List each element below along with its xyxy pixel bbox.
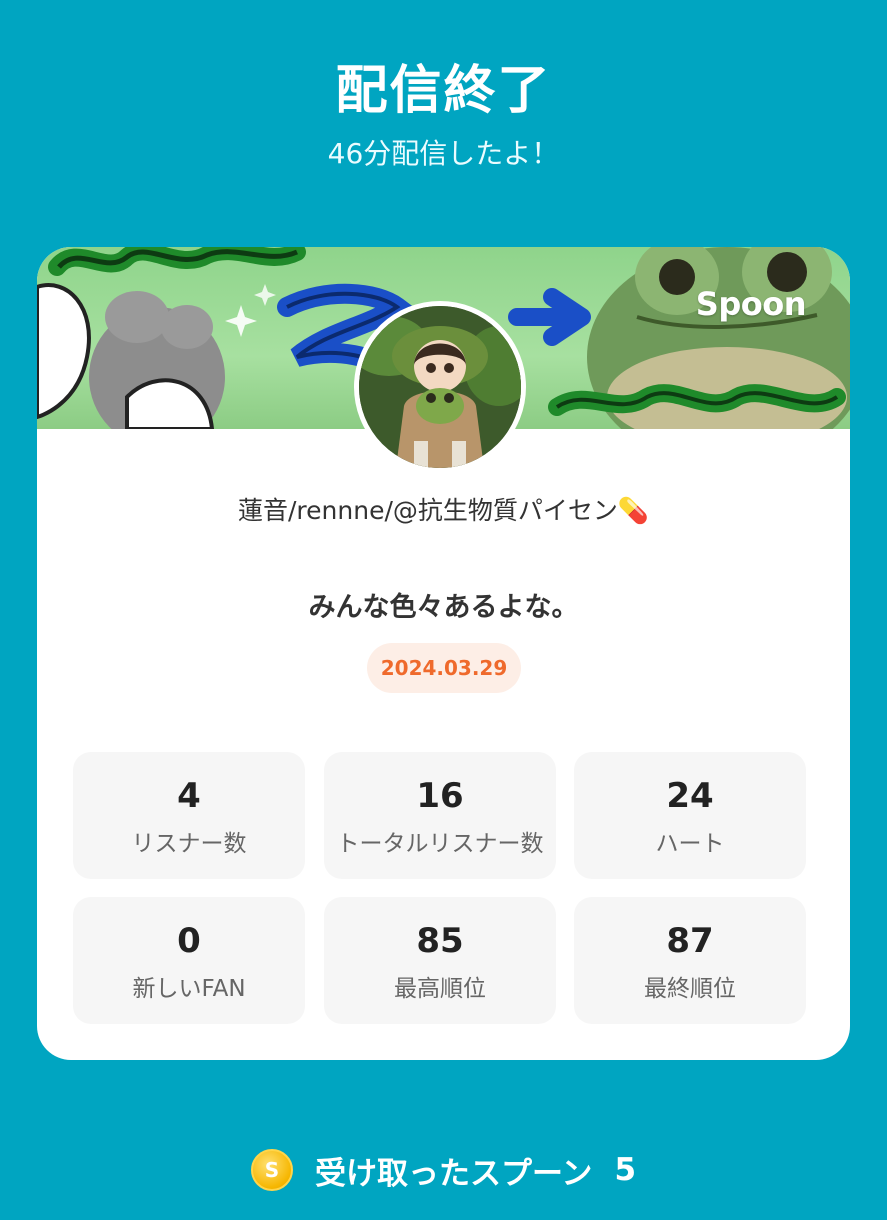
stat-value: 85 (416, 921, 464, 961)
stat-label: 新しいFAN (132, 976, 246, 1002)
page-title: 配信終了 (335, 61, 552, 121)
summary-card: Spoon 蓮音/rennne/@抗生物質パイセン💊 みんな色々あるよな。 20… (37, 247, 850, 1060)
username: 蓮音/rennne/@抗生物質パイセン💊 (238, 496, 649, 525)
stat-label: 最終順位 (644, 976, 736, 1002)
spoons-count: 5 (614, 1152, 637, 1188)
broadcast-duration: 46分配信したよ！ (327, 137, 560, 170)
spoon-coin-icon: S (250, 1149, 293, 1191)
stat-value: 87 (666, 921, 714, 961)
stream-title: みんな色々あるよな。 (308, 592, 579, 623)
spoons-label: 受け取ったスプーン (314, 1155, 593, 1192)
stat-value: 24 (666, 776, 714, 816)
stat-label: 最高順位 (394, 976, 486, 1002)
stat-value: 0 (177, 921, 201, 961)
date-badge: 2024.03.29 (367, 643, 521, 693)
avatar-image (359, 306, 521, 468)
stat-label: ハート (655, 831, 725, 857)
stat-hearts: 24 ハート (574, 752, 806, 879)
received-spoons: S 受け取ったスプーン 5 (0, 1146, 887, 1194)
spoon-logo: Spoon (695, 285, 807, 323)
stat-highest-rank: 85 最高順位 (324, 897, 556, 1024)
stat-label: トータルリスナー数 (336, 831, 544, 857)
stat-new-fans: 0 新しいFAN (73, 897, 305, 1024)
stat-value: 16 (416, 776, 464, 816)
stat-label: リスナー数 (131, 831, 247, 857)
stat-total-listeners: 16 トータルリスナー数 (324, 752, 556, 879)
stat-value: 4 (177, 776, 201, 816)
avatar (354, 301, 526, 473)
stat-final-rank: 87 最終順位 (574, 897, 806, 1024)
stat-listeners: 4 リスナー数 (73, 752, 305, 879)
